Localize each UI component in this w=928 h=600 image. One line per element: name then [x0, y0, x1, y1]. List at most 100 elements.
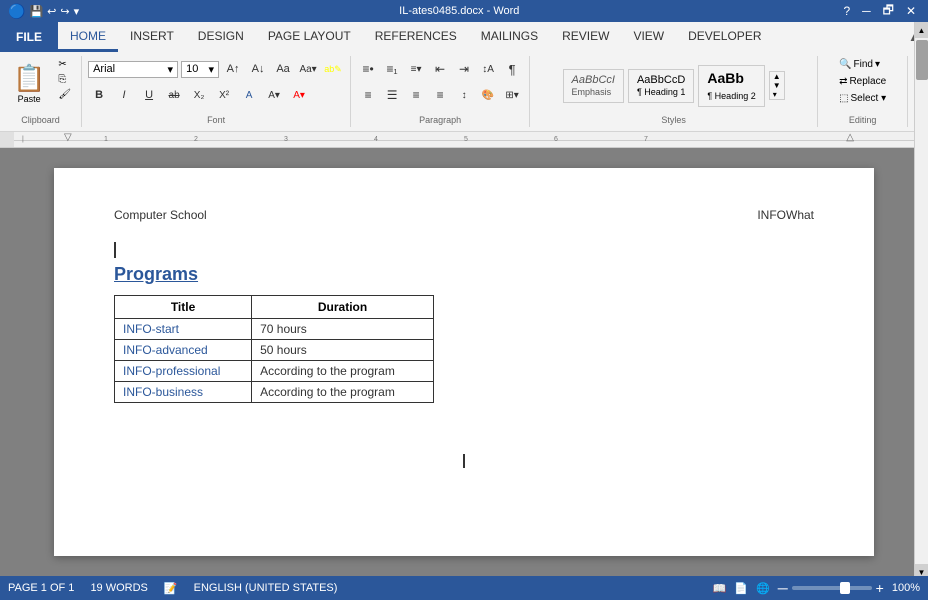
scroll-up-button[interactable]: ▲ — [915, 22, 928, 38]
find-button[interactable]: 🔍 Find ▾ — [835, 58, 884, 71]
increase-font-button[interactable]: A↑ — [222, 58, 244, 80]
paste-button[interactable]: 📋 Paste — [6, 58, 52, 109]
quick-access-save[interactable]: 💾 — [29, 5, 43, 18]
tab-insert[interactable]: INSERT — [118, 22, 186, 52]
clipboard-label: Clipboard — [0, 115, 81, 125]
table-cell-duration-0: 70 hours — [252, 319, 434, 340]
underline-button[interactable]: U — [138, 84, 160, 106]
font-label: Font — [82, 115, 350, 125]
zoom-thumb[interactable] — [840, 582, 850, 594]
tab-review[interactable]: REVIEW — [550, 22, 621, 52]
borders-button[interactable]: ⊞▾ — [501, 84, 523, 106]
font-formatting-row: B I U ab X₂ X² A A▾ A▾ — [88, 84, 310, 106]
tab-home[interactable]: HOME — [58, 22, 118, 52]
superscript-button[interactable]: X² — [213, 84, 235, 106]
styles-expand-icon: ▾ — [773, 90, 781, 99]
cut-icon: ✂ — [58, 59, 66, 70]
font-name-selector[interactable]: Arial ▾ — [88, 61, 178, 78]
paragraph-label: Paragraph — [351, 115, 529, 125]
sort-button[interactable]: ↕A — [477, 58, 499, 80]
multilevel-list-button[interactable]: ≡▾ — [405, 58, 427, 80]
minimize-button[interactable]: ─ — [858, 4, 875, 18]
cursor-indicator — [463, 454, 465, 468]
tab-design[interactable]: DESIGN — [186, 22, 256, 52]
tab-file[interactable]: FILE — [0, 22, 58, 52]
justify-button[interactable]: ≡ — [429, 84, 451, 106]
style-emphasis[interactable]: AaBbCcIEmphasis — [563, 69, 624, 103]
text-effects-button[interactable]: A — [238, 84, 260, 106]
bullets-button[interactable]: ≡• — [357, 58, 379, 80]
page-info: PAGE 1 OF 1 — [8, 582, 74, 594]
font-name-value: Arial — [93, 63, 115, 75]
numbering-button[interactable]: ≡₁ — [381, 58, 403, 80]
ribbon-content: 📋 Paste ✂ ⎘ 🖌 Clipboard — [0, 52, 928, 132]
style-heading1[interactable]: AaBbCcD¶ Heading 1 — [628, 69, 694, 103]
line-spacing-button[interactable]: ↕ — [453, 84, 475, 106]
zoom-plus-button[interactable]: + — [876, 580, 884, 596]
text-highlight-color-button[interactable]: ab✎ — [322, 58, 344, 80]
copy-button[interactable]: ⎘ — [54, 73, 75, 86]
font-color-button[interactable]: A▾ — [288, 84, 310, 106]
style-heading2[interactable]: AaBb¶ Heading 2 — [698, 65, 764, 107]
select-button[interactable]: ⬚ Select ▾ — [835, 92, 890, 105]
right-indent-marker[interactable]: △ — [846, 132, 854, 143]
read-mode-icon[interactable]: 📖 — [713, 582, 727, 595]
styles-scroll-down-icon: ▼ — [773, 81, 781, 90]
bold-button[interactable]: B — [88, 84, 110, 106]
replace-label: Replace — [849, 76, 886, 87]
tab-references[interactable]: REFERENCES — [363, 22, 469, 52]
text-highlight-button[interactable]: A▾ — [263, 84, 285, 106]
ruler-mark-5: 5 — [464, 136, 468, 143]
strikethrough-button[interactable]: ab — [163, 84, 185, 106]
tab-developer[interactable]: DEVELOPER — [676, 22, 773, 52]
print-layout-icon[interactable]: 📄 — [734, 582, 748, 595]
tab-view[interactable]: VIEW — [621, 22, 676, 52]
replace-button[interactable]: ⇄ Replace — [835, 75, 890, 88]
align-center-button[interactable]: ☰ — [381, 84, 403, 106]
document-area: Computer School INFOWhat Programs Title … — [0, 148, 928, 576]
page-header: Computer School INFOWhat — [114, 208, 814, 222]
spell-check-icon[interactable]: 📝 — [164, 582, 178, 595]
quick-access-redo[interactable]: ↪ — [60, 5, 69, 18]
subscript-button[interactable]: X₂ — [188, 84, 210, 106]
help-button[interactable]: ? — [839, 4, 854, 18]
italic-button[interactable]: I — [113, 84, 135, 106]
decrease-font-button[interactable]: A↓ — [247, 58, 269, 80]
zoom-minus-button[interactable]: ─ — [778, 580, 788, 596]
word-icon: 🔵 — [8, 3, 25, 20]
paste-icon: 📋 — [13, 63, 45, 94]
change-case-button[interactable]: Aa▾ — [297, 58, 319, 80]
zoom-slider[interactable] — [792, 586, 872, 590]
increase-indent-button[interactable]: ⇥ — [453, 58, 475, 80]
scroll-thumb[interactable] — [916, 40, 928, 80]
format-painter-button[interactable]: 🖌 — [54, 88, 75, 101]
show-formatting-button[interactable]: ¶ — [501, 58, 523, 80]
align-right-button[interactable]: ≡ — [405, 84, 427, 106]
align-left-button[interactable]: ≡ — [357, 84, 379, 106]
copy-icon: ⎘ — [58, 74, 66, 85]
zoom-percent[interactable]: 100% — [892, 582, 920, 594]
ruler-mark-0: | — [22, 136, 24, 143]
tab-mailings[interactable]: MAILINGS — [469, 22, 550, 52]
font-size-selector[interactable]: 10 ▾ — [181, 61, 219, 78]
programs-title: Programs — [114, 264, 814, 285]
font-size-dropdown-icon: ▾ — [209, 63, 215, 76]
table-header-title: Title — [115, 296, 252, 319]
shading-button[interactable]: 🎨 — [477, 84, 499, 106]
restore-button[interactable]: 🗗 — [879, 1, 898, 22]
left-indent-marker[interactable]: ▽ — [64, 132, 72, 143]
group-paragraph: ≡• ≡₁ ≡▾ ⇤ ⇥ ↕A ¶ ≡ ☰ ≡ ≡ ↕ 🎨 ⊞▾ Paragra… — [351, 56, 530, 127]
find-icon: 🔍 — [839, 59, 851, 70]
close-button[interactable]: ✕ — [902, 4, 920, 18]
styles-scroll-up-icon: ▲ — [773, 72, 781, 81]
clear-formatting-button[interactable]: Aa — [272, 58, 294, 80]
table-cell-title-2: INFO-professional — [115, 361, 252, 382]
styles-scroll-area[interactable]: ▲ ▼ ▾ — [769, 71, 785, 100]
font-size-value: 10 — [186, 63, 198, 75]
decrease-indent-button[interactable]: ⇤ — [429, 58, 451, 80]
quick-access-undo[interactable]: ↩ — [47, 5, 56, 18]
table-cell-duration-1: 50 hours — [252, 340, 434, 361]
tab-page-layout[interactable]: PAGE LAYOUT — [256, 22, 363, 52]
cut-button[interactable]: ✂ — [54, 58, 75, 71]
web-layout-icon[interactable]: 🌐 — [756, 582, 770, 595]
